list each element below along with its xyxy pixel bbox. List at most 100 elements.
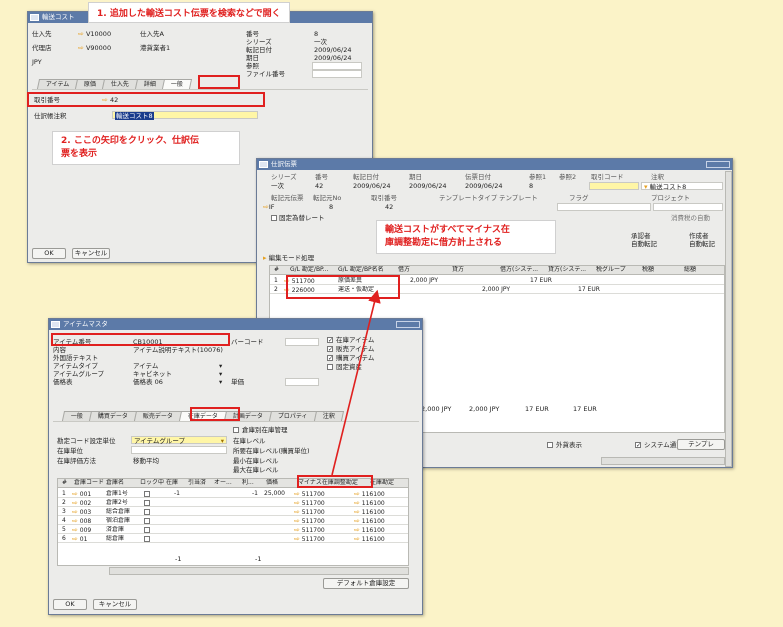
cancel-button[interactable]: キャンセル xyxy=(93,599,137,610)
link-arrow-icon[interactable]: ⇨ xyxy=(294,499,300,507)
locked-checkbox[interactable] xyxy=(144,509,150,515)
agent-code[interactable]: ⇨ V90000 xyxy=(78,44,111,52)
locked-checkbox[interactable] xyxy=(144,527,150,533)
link-arrow-icon[interactable]: ⇨ xyxy=(294,517,300,525)
posting-date-value[interactable]: 2009/06/24 xyxy=(353,182,390,190)
item-group-value[interactable]: キャビネット xyxy=(133,370,172,378)
link-arrow-icon[interactable]: ⇨ xyxy=(72,517,78,525)
dropdown-arrow-icon[interactable]: ▾ xyxy=(219,378,222,386)
link-arrow-icon[interactable]: ⇨ xyxy=(78,30,84,38)
price-list-value[interactable]: 価格表 06 xyxy=(133,378,163,386)
link-arrow-icon[interactable]: ⇨ xyxy=(294,535,300,543)
dropdown-arrow-icon[interactable]: ▾ xyxy=(219,370,222,378)
locked-checkbox[interactable] xyxy=(144,500,150,506)
flag-field[interactable] xyxy=(557,203,651,211)
number-value[interactable]: 8 xyxy=(314,30,318,38)
journal-remarks-field[interactable]: 輸送コスト8 xyxy=(112,111,258,120)
link-arrow-icon[interactable]: ⇨ xyxy=(78,44,84,52)
link-arrow-icon[interactable]: ⇨ xyxy=(354,517,360,525)
link-arrow-icon[interactable]: ⇨ xyxy=(354,499,360,507)
link-arrow-icon[interactable]: ⇨ xyxy=(72,535,78,543)
dropdown-arrow-icon[interactable]: ▾ xyxy=(644,183,648,191)
foreign-currency-checkbox[interactable] xyxy=(547,442,553,448)
window-controls[interactable] xyxy=(706,161,730,168)
barcode-field[interactable] xyxy=(285,338,319,346)
table-row[interactable]: 1 ⇨ 001 倉庫1号 -1 -1 25,000 ⇨ 511700 ⇨ 116100 xyxy=(58,490,408,498)
item-type-value[interactable]: アイテム xyxy=(133,362,158,370)
table-row[interactable]: 5 ⇨ 009 済倉庫 ⇨ 511700 ⇨ 116100 xyxy=(58,526,408,534)
project-field[interactable] xyxy=(653,203,723,211)
link-arrow-icon[interactable]: ⇨ xyxy=(294,526,300,534)
origin-doc-link[interactable]: ⇨IF xyxy=(263,203,275,211)
posting-date-value[interactable]: 2009/06/24 xyxy=(314,46,351,54)
reference-field[interactable] xyxy=(312,62,362,70)
link-arrow-icon[interactable]: ⇨ xyxy=(294,490,300,498)
ok-button[interactable]: OK xyxy=(53,599,87,610)
origin-no-value[interactable]: 8 xyxy=(329,203,333,211)
tab-general[interactable]: 一般 xyxy=(162,79,193,89)
tab-vendors[interactable]: 仕入先 xyxy=(102,79,139,89)
table-row[interactable]: 3 ⇨ 003 総合倉庫 ⇨ 511700 ⇨ 116100 xyxy=(58,508,408,516)
inventory-item-checkbox[interactable]: ✓ xyxy=(327,337,333,344)
due-date-value[interactable]: 2009/06/24 xyxy=(314,54,351,62)
tab-remarks[interactable]: 注釈 xyxy=(313,411,344,421)
link-arrow-icon[interactable]: ⇨ xyxy=(354,526,360,534)
locked-checkbox[interactable] xyxy=(144,491,150,497)
tab-details[interactable]: 詳細 xyxy=(135,79,166,89)
gl-method-field[interactable]: アイテムグループ ▾ xyxy=(131,436,227,445)
link-arrow-icon[interactable]: ⇨ xyxy=(72,526,78,534)
horizontal-scrollbar[interactable] xyxy=(601,457,725,465)
fixed-rate-checkbox[interactable] xyxy=(271,215,277,221)
dropdown-arrow-icon[interactable]: ▾ xyxy=(219,362,222,370)
locked-checkbox[interactable] xyxy=(144,518,150,524)
tab-general[interactable]: 一般 xyxy=(61,411,93,421)
inventory-uom-field[interactable] xyxy=(131,446,227,454)
fixed-asset-checkbox[interactable] xyxy=(327,364,333,370)
sales-item-checkbox[interactable]: ✓ xyxy=(327,346,333,353)
link-arrow-icon[interactable]: ⇨ xyxy=(72,490,78,498)
link-arrow-icon[interactable]: ⇨ xyxy=(354,490,360,498)
vendor-name[interactable]: 仕入先A xyxy=(140,30,164,38)
locked-checkbox[interactable] xyxy=(144,536,150,542)
link-arrow-icon[interactable]: ⇨ xyxy=(294,508,300,516)
set-default-warehouse-button[interactable]: デフォルト倉庫設定 xyxy=(323,578,409,589)
ref1-value[interactable]: 8 xyxy=(529,182,533,190)
agent-name[interactable]: 港貨業者1 xyxy=(140,44,170,52)
tab-properties[interactable]: プロパティ xyxy=(269,411,317,421)
remarks-field[interactable]: ▾ 輸送コスト8 xyxy=(641,182,723,191)
trans-number-value[interactable]: 42 xyxy=(385,203,393,211)
expand-arrow-icon[interactable]: ▸ xyxy=(263,254,267,262)
dropdown-arrow-icon[interactable]: ▾ xyxy=(221,437,224,445)
tab-sales[interactable]: 販売データ xyxy=(133,411,183,421)
horizontal-scrollbar[interactable] xyxy=(109,567,409,575)
due-date-value[interactable]: 2009/06/24 xyxy=(409,182,446,190)
doc-date-value[interactable]: 2009/06/24 xyxy=(465,182,502,190)
vertical-scrollbar[interactable] xyxy=(725,171,732,467)
series-value[interactable]: 一次 xyxy=(314,38,327,46)
unit-price-field[interactable] xyxy=(285,378,319,386)
manage-by-warehouse-checkbox[interactable] xyxy=(233,427,239,433)
trans-code-field[interactable] xyxy=(589,182,639,190)
table-row[interactable]: 6 ⇨ 01 総倉庫 ⇨ 511700 ⇨ 116100 xyxy=(58,535,408,543)
link-arrow-icon[interactable]: ⇨ xyxy=(354,508,360,516)
series-value[interactable]: 一次 xyxy=(271,182,284,190)
system-currency-checkbox[interactable]: ✓ xyxy=(635,442,641,449)
ok-button[interactable]: OK xyxy=(32,248,66,259)
vendor-code[interactable]: ⇨ V10000 xyxy=(78,30,111,38)
window-controls[interactable] xyxy=(396,321,420,328)
template-button[interactable]: テンプレ xyxy=(677,439,725,450)
tab-costs[interactable]: 原価 xyxy=(75,79,106,89)
valuation-method-value[interactable]: 移動平均 xyxy=(133,457,159,465)
table-row[interactable]: 4 ⇨ 008 宿泊倉庫 ⇨ 511700 ⇨ 116100 xyxy=(58,517,408,525)
purchase-item-checkbox[interactable]: ✓ xyxy=(327,355,333,362)
currency[interactable]: JPY xyxy=(32,58,42,66)
number-value[interactable]: 42 xyxy=(315,182,323,190)
table-row[interactable]: 2 ⇨ 002 倉庫2号 ⇨ 511700 ⇨ 116100 xyxy=(58,499,408,507)
link-arrow-icon[interactable]: ⇨ xyxy=(72,499,78,507)
file-number-field[interactable] xyxy=(312,70,362,78)
tab-items[interactable]: アイテム xyxy=(36,79,79,89)
tab-purchasing[interactable]: 購買データ xyxy=(88,411,138,421)
cancel-button[interactable]: キャンセル xyxy=(72,248,110,259)
link-arrow-icon[interactable]: ⇨ xyxy=(354,535,360,543)
link-arrow-icon[interactable]: ⇨ xyxy=(72,508,78,516)
